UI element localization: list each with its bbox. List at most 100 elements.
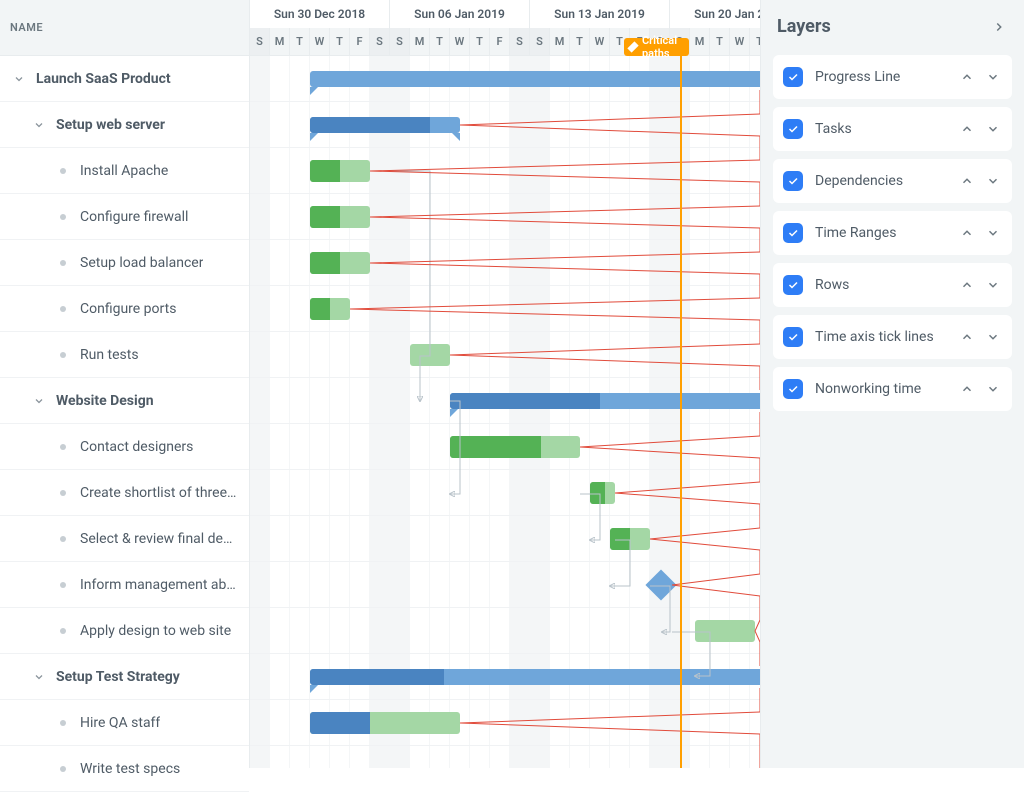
chevron-down-icon[interactable] <box>984 172 1002 190</box>
layer-label: Dependencies <box>815 173 958 189</box>
gantt-row <box>250 240 760 286</box>
chevron-down-icon[interactable] <box>984 380 1002 398</box>
task-bar[interactable] <box>310 206 370 228</box>
chevron-down-icon[interactable] <box>984 68 1002 86</box>
gantt-row <box>250 470 760 516</box>
chevron-down-icon[interactable] <box>984 224 1002 242</box>
task-name: Inform management about decision <box>80 577 239 593</box>
leaf-dot-icon <box>60 260 66 266</box>
chevron-down-icon[interactable] <box>30 116 48 134</box>
summary-bar[interactable] <box>310 117 460 133</box>
progress-fill <box>610 528 630 550</box>
chevron-up-icon[interactable] <box>958 172 976 190</box>
gantt-row <box>250 562 760 608</box>
milestone[interactable] <box>645 569 676 600</box>
chevron-up-icon[interactable] <box>958 328 976 346</box>
progress-fill <box>310 117 430 133</box>
checkbox-icon[interactable] <box>783 379 803 399</box>
task-name: Setup Test Strategy <box>56 669 180 685</box>
layer-item[interactable]: Tasks <box>773 107 1012 151</box>
tree-row[interactable]: Contact designers <box>0 424 249 470</box>
chevron-up-icon[interactable] <box>958 380 976 398</box>
chevron-up-icon[interactable] <box>958 120 976 138</box>
checkbox-icon[interactable] <box>783 275 803 295</box>
summary-bar[interactable] <box>310 71 760 87</box>
leaf-dot-icon <box>60 306 66 312</box>
task-bar[interactable] <box>310 252 370 274</box>
tree-row[interactable]: Apply design to web site <box>0 608 249 654</box>
tree-row[interactable]: Setup web server <box>0 102 249 148</box>
layer-item[interactable]: Time axis tick lines <box>773 315 1012 359</box>
task-bar[interactable] <box>590 482 615 504</box>
gantt-row <box>250 332 760 378</box>
chevron-up-icon[interactable] <box>958 224 976 242</box>
chevron-down-icon[interactable] <box>984 120 1002 138</box>
layer-label: Tasks <box>815 121 958 137</box>
chevron-down-icon[interactable] <box>984 328 1002 346</box>
layer-label: Progress Line <box>815 69 958 85</box>
task-bar[interactable] <box>310 712 460 734</box>
tree-header: NAME <box>0 0 249 56</box>
chevron-down-icon[interactable] <box>30 392 48 410</box>
chevron-down-icon[interactable] <box>10 70 28 88</box>
tree-row[interactable]: Select & review final design <box>0 516 249 562</box>
task-bar[interactable] <box>410 344 450 366</box>
tree-row[interactable]: Website Design <box>0 378 249 424</box>
checkbox-icon[interactable] <box>783 223 803 243</box>
gantt-row <box>250 700 760 746</box>
layers-header: Layers <box>773 16 1012 37</box>
progress-fill <box>450 436 541 458</box>
checkbox-icon[interactable] <box>783 119 803 139</box>
checkbox-icon[interactable] <box>783 327 803 347</box>
tree-row[interactable]: Inform management about decision <box>0 562 249 608</box>
tree-row[interactable]: Configure ports <box>0 286 249 332</box>
day-header: S <box>250 28 270 56</box>
tree-row[interactable]: Configure firewall <box>0 194 249 240</box>
task-bar[interactable] <box>695 620 755 642</box>
tree-row[interactable]: Install Apache <box>0 148 249 194</box>
summary-bar[interactable] <box>450 393 760 409</box>
tree-row[interactable]: Create shortlist of three designers <box>0 470 249 516</box>
tree-row[interactable]: Write test specs <box>0 746 249 792</box>
summary-bar[interactable] <box>310 669 760 685</box>
leaf-dot-icon <box>60 490 66 496</box>
layer-item[interactable]: Dependencies <box>773 159 1012 203</box>
day-header: T <box>290 28 310 56</box>
task-name: Apply design to web site <box>80 623 231 639</box>
gantt-timeline[interactable]: Sun 30 Dec 2018Sun 06 Jan 2019Sun 13 Jan… <box>250 0 760 768</box>
tree-row[interactable]: Hire QA staff <box>0 700 249 746</box>
chevron-down-icon[interactable] <box>984 276 1002 294</box>
layer-item[interactable]: Progress Line <box>773 55 1012 99</box>
chevron-down-icon[interactable] <box>30 668 48 686</box>
leaf-dot-icon <box>60 766 66 772</box>
checkbox-icon[interactable] <box>783 171 803 191</box>
day-header: S <box>530 28 550 56</box>
layer-label: Time Ranges <box>815 225 958 241</box>
tree-row[interactable]: Launch SaaS Product <box>0 56 249 102</box>
chevron-right-icon[interactable] <box>990 18 1008 36</box>
layer-item[interactable]: Rows <box>773 263 1012 307</box>
day-header: T <box>570 28 590 56</box>
task-bar[interactable] <box>310 298 350 320</box>
leaf-dot-icon <box>60 628 66 634</box>
leaf-dot-icon <box>60 352 66 358</box>
task-bar[interactable] <box>610 528 650 550</box>
chevron-up-icon[interactable] <box>958 68 976 86</box>
task-bar[interactable] <box>450 436 580 458</box>
checkbox-icon[interactable] <box>783 67 803 87</box>
tree-row[interactable]: Run tests <box>0 332 249 378</box>
tree-row[interactable]: Setup Test Strategy <box>0 654 249 700</box>
chevron-up-icon[interactable] <box>958 276 976 294</box>
week-header: Sun 06 Jan 2019 <box>390 0 530 28</box>
task-name: Website Design <box>56 393 154 409</box>
layer-item[interactable]: Nonworking time <box>773 367 1012 411</box>
layer-item[interactable]: Time Ranges <box>773 211 1012 255</box>
gantt-body[interactable]: Critical paths <box>250 56 760 768</box>
gantt-row <box>250 746 760 768</box>
tree-row[interactable]: Setup load balancer <box>0 240 249 286</box>
task-bar[interactable] <box>310 160 370 182</box>
tree-header-label: NAME <box>10 21 43 34</box>
task-name: Launch SaaS Product <box>36 71 171 87</box>
day-header: W <box>730 28 750 56</box>
task-tree-panel: NAME Launch SaaS Product Setup web server… <box>0 0 250 768</box>
